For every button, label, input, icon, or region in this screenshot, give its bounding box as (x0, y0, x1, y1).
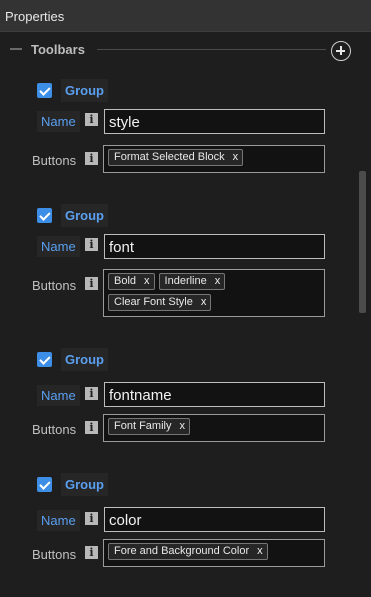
tag-label: Bold (114, 275, 137, 287)
group-label: Group (61, 473, 108, 496)
info-icon[interactable]: i (85, 113, 98, 126)
group-checkbox[interactable] (37, 477, 52, 492)
info-icon[interactable]: i (85, 421, 98, 434)
section-divider (97, 49, 326, 50)
remove-tag-icon[interactable]: x (213, 274, 223, 289)
group-checkbox[interactable] (37, 83, 52, 98)
tag-label: Font Family (114, 420, 172, 432)
panel-title: Properties (5, 9, 65, 24)
name-input[interactable] (104, 382, 325, 407)
toolbar-group: Group Name i Buttons i Fore and Backgrou… (0, 473, 355, 597)
group-label: Group (61, 348, 108, 371)
scrollbar-thumb[interactable] (359, 171, 366, 313)
remove-tag-icon[interactable]: x (142, 274, 152, 289)
tag-label: Clear Font Style (114, 296, 193, 308)
info-icon[interactable]: i (85, 387, 98, 400)
tag-chip: Format Selected Block x (108, 149, 244, 166)
buttons-label: Buttons (32, 422, 77, 437)
name-input[interactable] (104, 109, 325, 134)
buttons-tag-field[interactable]: Fore and Background Color x (103, 539, 325, 567)
tag-label: Format Selected Block (114, 151, 225, 163)
buttons-tag-field[interactable]: Format Selected Block x (103, 145, 325, 173)
panel-title-bar: Properties (0, 0, 371, 32)
buttons-label: Buttons (32, 153, 77, 168)
group-label: Group (61, 204, 108, 227)
tag-chip: Inderline x (158, 273, 226, 290)
info-icon[interactable]: i (85, 277, 98, 290)
group-label: Group (61, 79, 108, 102)
remove-tag-icon[interactable]: x (231, 150, 241, 165)
buttons-label: Buttons (32, 547, 77, 562)
tag-chip: Fore and Background Color x (108, 543, 268, 560)
toolbars-section-header[interactable]: Toolbars (0, 38, 371, 64)
info-icon[interactable]: i (85, 238, 98, 251)
tag-chip: Font Family x (108, 418, 190, 435)
add-group-button[interactable] (331, 41, 351, 61)
buttons-label: Buttons (32, 278, 77, 293)
buttons-tag-field[interactable]: Bold x Inderline x Clear Font Style x (103, 269, 325, 317)
name-input[interactable] (104, 234, 325, 259)
remove-tag-icon[interactable]: x (255, 544, 265, 559)
name-label: Name (37, 111, 80, 132)
tag-chip: Clear Font Style x (108, 294, 212, 311)
tag-label: Fore and Background Color (114, 545, 250, 557)
section-label: Toolbars (31, 42, 85, 57)
remove-tag-icon[interactable]: x (177, 419, 187, 434)
name-label: Name (37, 236, 80, 257)
toolbar-group: Group Name i Buttons i Font Family x (0, 348, 355, 472)
name-label: Name (37, 385, 80, 406)
info-icon[interactable]: i (85, 512, 98, 525)
info-icon[interactable]: i (85, 546, 98, 559)
group-checkbox[interactable] (37, 352, 52, 367)
name-label: Name (37, 510, 80, 531)
name-input[interactable] (104, 507, 325, 532)
tag-chip: Bold x (108, 273, 155, 290)
group-checkbox[interactable] (37, 208, 52, 223)
tag-label: Inderline (164, 275, 207, 287)
buttons-tag-field[interactable]: Font Family x (103, 414, 325, 442)
info-icon[interactable]: i (85, 152, 98, 165)
scrollbar[interactable] (357, 66, 369, 574)
collapse-icon[interactable] (10, 48, 22, 50)
remove-tag-icon[interactable]: x (199, 295, 209, 310)
toolbar-group: Group Name i Buttons i Bold x Inderline … (0, 204, 355, 328)
toolbar-group: Group Name i Buttons i Format Selected B… (0, 79, 355, 203)
